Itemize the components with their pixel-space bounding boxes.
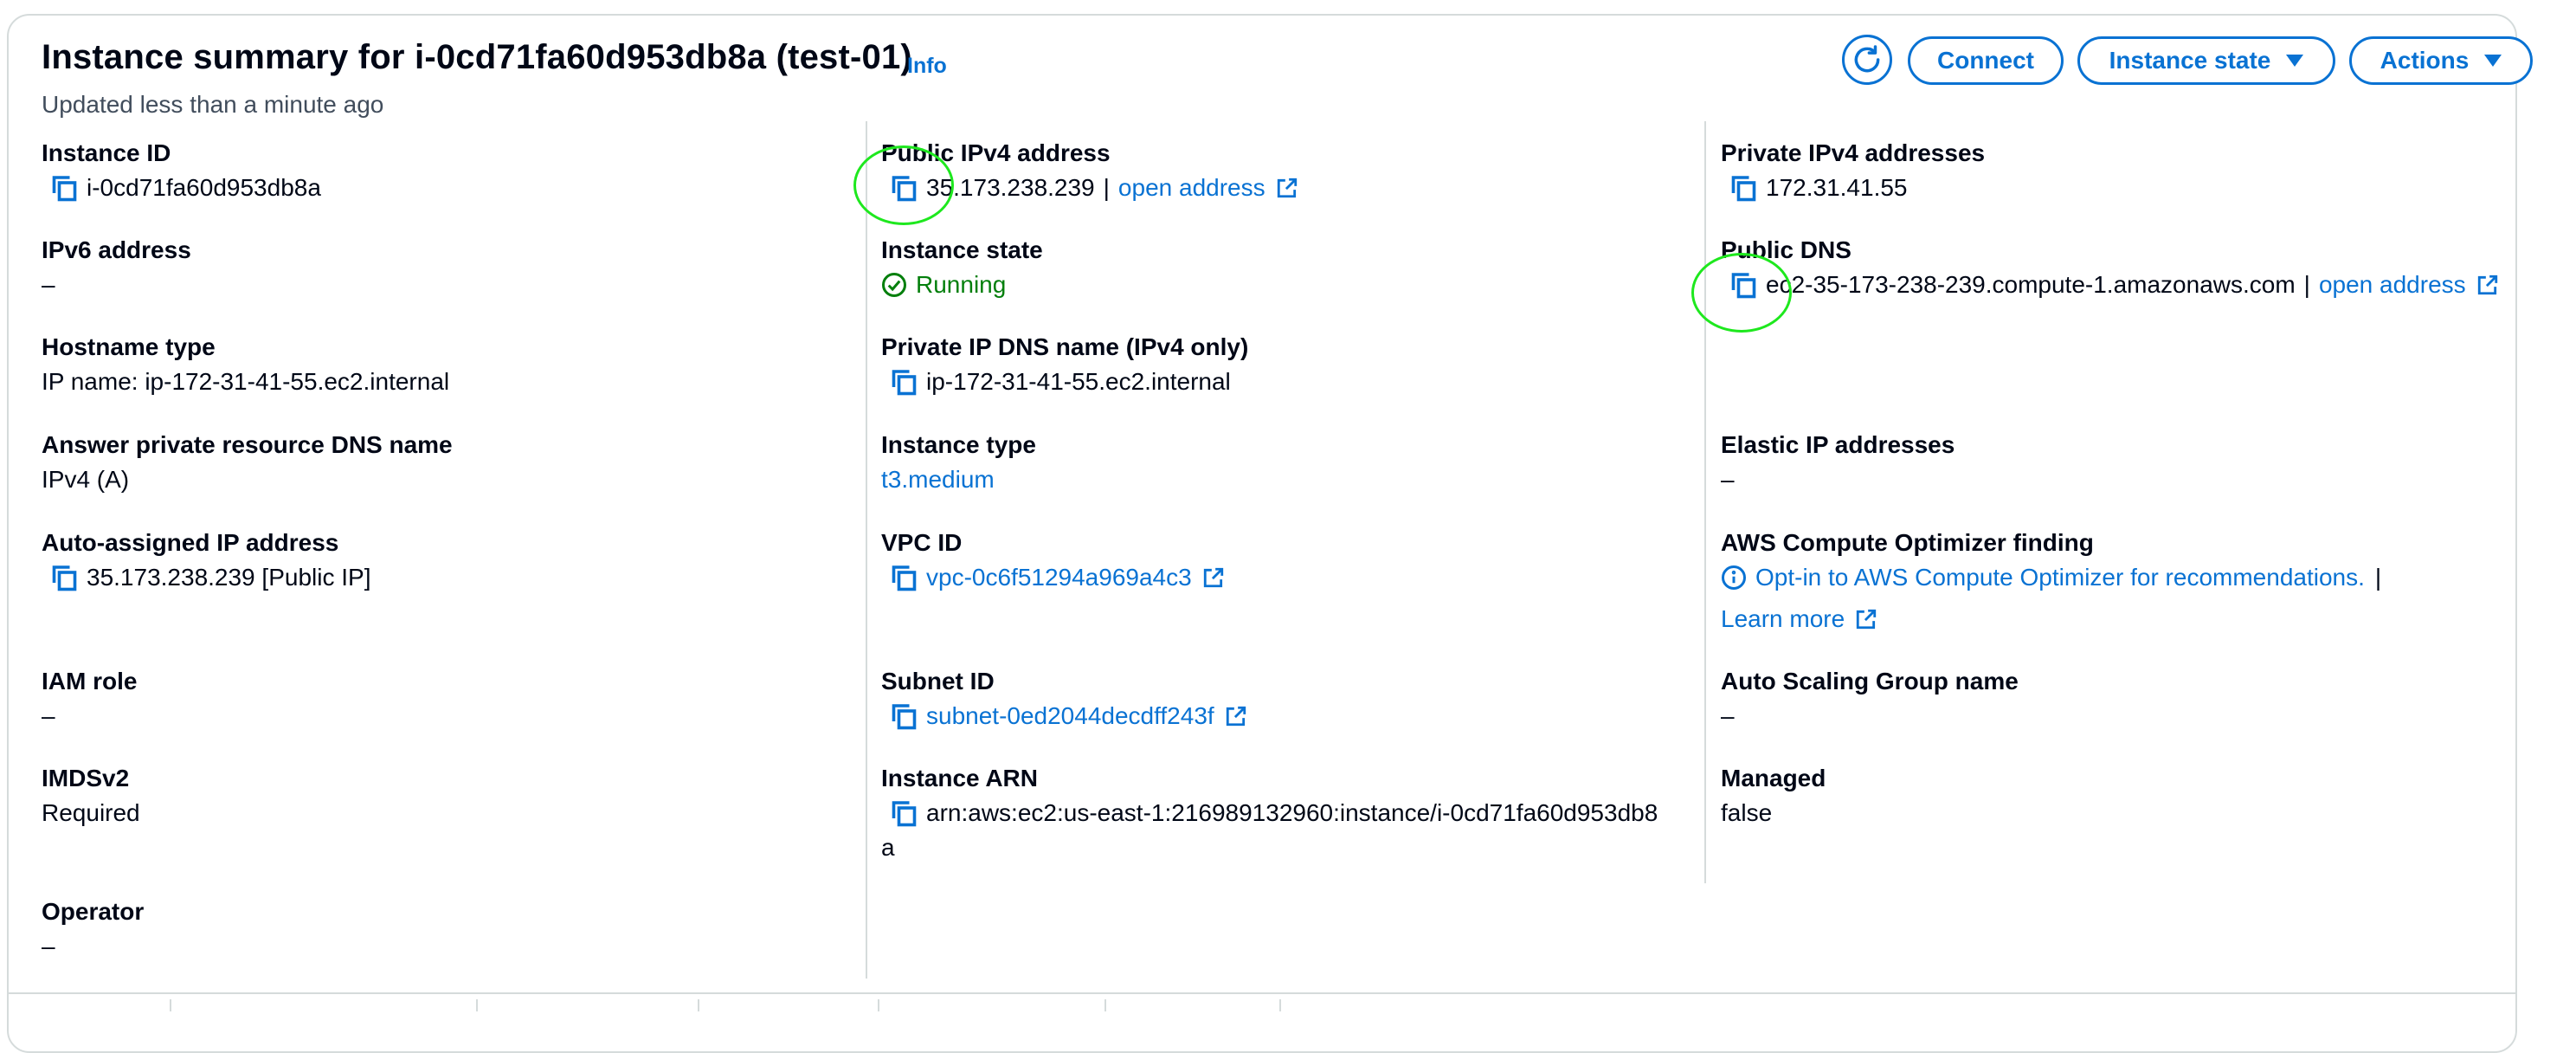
field-label: AWS Compute Optimizer finding xyxy=(1721,529,2094,556)
external-link-icon xyxy=(1277,178,1297,198)
caret-down-icon xyxy=(2286,55,2304,67)
instance-arn-value: arn:aws:ec2:us-east-1:216989132960:insta… xyxy=(926,799,1658,826)
field-instance-id: Instance ID i-0cd71fa60d953db8a xyxy=(42,139,321,203)
field-iam-role: IAM role – xyxy=(42,667,137,732)
field-instance-arn: Instance ARN arn:aws:ec2:us-east-1:21698… xyxy=(881,764,1658,863)
external-link-icon xyxy=(1203,567,1223,588)
copy-icon[interactable] xyxy=(886,798,919,829)
learn-more-link[interactable]: Learn more xyxy=(1721,604,1845,635)
field-ipv6: IPv6 address – xyxy=(42,236,191,300)
answer-dns-value: IPv4 (A) xyxy=(42,466,130,493)
field-label: Public DNS xyxy=(1721,236,1852,263)
page-title: Instance summary for i-0cd71fa60d953db8a… xyxy=(42,38,912,76)
field-label: Private IP DNS name (IPv4 only) xyxy=(881,333,1249,360)
field-private-ipv4: Private IPv4 addresses 172.31.41.55 xyxy=(1721,139,1985,203)
field-label: Operator xyxy=(42,898,145,925)
hostname-type-value: IP name: ip-172-31-41-55.ec2.internal xyxy=(42,368,450,395)
field-label: Auto Scaling Group name xyxy=(1721,668,2019,694)
field-hostname-type: Hostname type IP name: ip-172-31-41-55.e… xyxy=(42,333,449,397)
field-label: IMDSv2 xyxy=(42,765,130,791)
copy-icon[interactable] xyxy=(47,172,80,203)
copy-icon[interactable] xyxy=(1726,172,1759,203)
separator: | xyxy=(2303,271,2310,298)
actions-button-label: Actions xyxy=(2380,47,2470,74)
tabs-border xyxy=(9,992,2515,994)
elastic-ip-value: – xyxy=(1721,466,1735,493)
field-label: Instance state xyxy=(881,236,1043,263)
field-label: Auto-assigned IP address xyxy=(42,529,339,556)
field-label: Instance type xyxy=(881,431,1036,458)
subnet-id-link[interactable]: subnet-0ed2044decdff243f xyxy=(926,701,1214,732)
instance-id-value: i-0cd71fa60d953db8a xyxy=(87,174,321,201)
field-compute-optimizer: AWS Compute Optimizer finding Opt-in to … xyxy=(1721,528,2381,635)
refresh-icon xyxy=(1854,45,1880,73)
instance-state-value: Running xyxy=(916,271,1007,298)
ipv6-value: – xyxy=(42,271,55,298)
field-private-dns: Private IP DNS name (IPv4 only) ip-172-3… xyxy=(881,333,1248,397)
field-public-dns: Public DNS ec2-35-173-238-239.compute-1.… xyxy=(1721,236,2499,300)
private-ipv4-value: 172.31.41.55 xyxy=(1766,174,1908,201)
status-check-icon xyxy=(882,273,906,297)
external-link-icon xyxy=(2477,275,2497,295)
field-instance-type: Instance type t3.medium xyxy=(881,430,1036,495)
updated-status: Updated less than a minute ago xyxy=(42,91,384,118)
field-label: Hostname type xyxy=(42,333,216,360)
field-managed: Managed false xyxy=(1721,764,1826,829)
open-address-link[interactable]: open address xyxy=(2319,269,2466,300)
field-label: IAM role xyxy=(42,668,138,694)
column-divider xyxy=(866,121,867,979)
field-label: Managed xyxy=(1721,765,1826,791)
separator: | xyxy=(1103,174,1110,201)
iam-role-value: – xyxy=(42,702,55,729)
field-asg-name: Auto Scaling Group name – xyxy=(1721,667,2019,732)
field-instance-state: Instance state Running xyxy=(881,236,1043,300)
field-label: Answer private resource DNS name xyxy=(42,431,453,458)
vpc-id-link[interactable]: vpc-0c6f51294a969a4c3 xyxy=(926,562,1192,593)
field-label: Private IPv4 addresses xyxy=(1721,139,1986,166)
instance-type-link[interactable]: t3.medium xyxy=(881,464,1036,495)
connect-button-label: Connect xyxy=(1937,47,2034,74)
optimizer-opt-in-link[interactable]: Opt-in to AWS Compute Optimizer for reco… xyxy=(1755,562,2365,593)
private-dns-value: ip-172-31-41-55.ec2.internal xyxy=(926,368,1231,395)
instance-arn-value-wrap: a xyxy=(881,834,895,861)
managed-value: false xyxy=(1721,799,1773,826)
open-address-link[interactable]: open address xyxy=(1118,172,1265,203)
actions-button[interactable]: Actions xyxy=(2349,36,2533,85)
instance-state-button[interactable]: Instance state xyxy=(2077,36,2335,85)
operator-value: – xyxy=(42,933,55,959)
imdsv2-value: Required xyxy=(42,799,140,826)
column-divider xyxy=(1704,121,1706,883)
field-vpc-id: VPC ID vpc-0c6f51294a969a4c3 xyxy=(881,528,1225,593)
public-dns-value: ec2-35-173-238-239.compute-1.amazonaws.c… xyxy=(1766,271,2296,298)
field-operator: Operator – xyxy=(42,897,144,962)
info-link[interactable]: Info xyxy=(907,54,947,79)
separator: | xyxy=(2374,564,2382,591)
copy-icon[interactable] xyxy=(886,701,919,732)
copy-icon[interactable] xyxy=(886,366,919,397)
copy-icon[interactable] xyxy=(47,562,80,593)
asg-name-value: – xyxy=(1721,702,1735,729)
copy-icon[interactable] xyxy=(886,562,919,593)
field-label: Instance ID xyxy=(42,139,171,166)
field-label: Elastic IP addresses xyxy=(1721,431,1955,458)
external-link-icon xyxy=(1857,609,1877,630)
connect-button[interactable]: Connect xyxy=(1908,36,2064,85)
info-circle-icon xyxy=(1722,565,1746,590)
field-label: Instance ARN xyxy=(881,765,1039,791)
highlight-circle xyxy=(1691,253,1792,333)
field-label: IPv6 address xyxy=(42,236,191,263)
highlight-circle xyxy=(853,145,954,225)
external-link-icon xyxy=(1226,706,1246,727)
field-label: VPC ID xyxy=(881,529,963,556)
auto-ip-value: 35.173.238.239 [Public IP] xyxy=(87,564,371,591)
field-subnet-id: Subnet ID subnet-0ed2044decdff243f xyxy=(881,667,1247,732)
field-label: Subnet ID xyxy=(881,668,995,694)
field-auto-ip: Auto-assigned IP address 35.173.238.239 … xyxy=(42,528,370,593)
instance-state-button-label: Instance state xyxy=(2109,47,2271,74)
field-imdsv2: IMDSv2 Required xyxy=(42,764,140,829)
caret-down-icon xyxy=(2484,55,2502,67)
field-elastic-ip: Elastic IP addresses – xyxy=(1721,430,1955,495)
field-answer-dns: Answer private resource DNS name IPv4 (A… xyxy=(42,430,453,495)
refresh-button[interactable] xyxy=(1842,35,1892,85)
